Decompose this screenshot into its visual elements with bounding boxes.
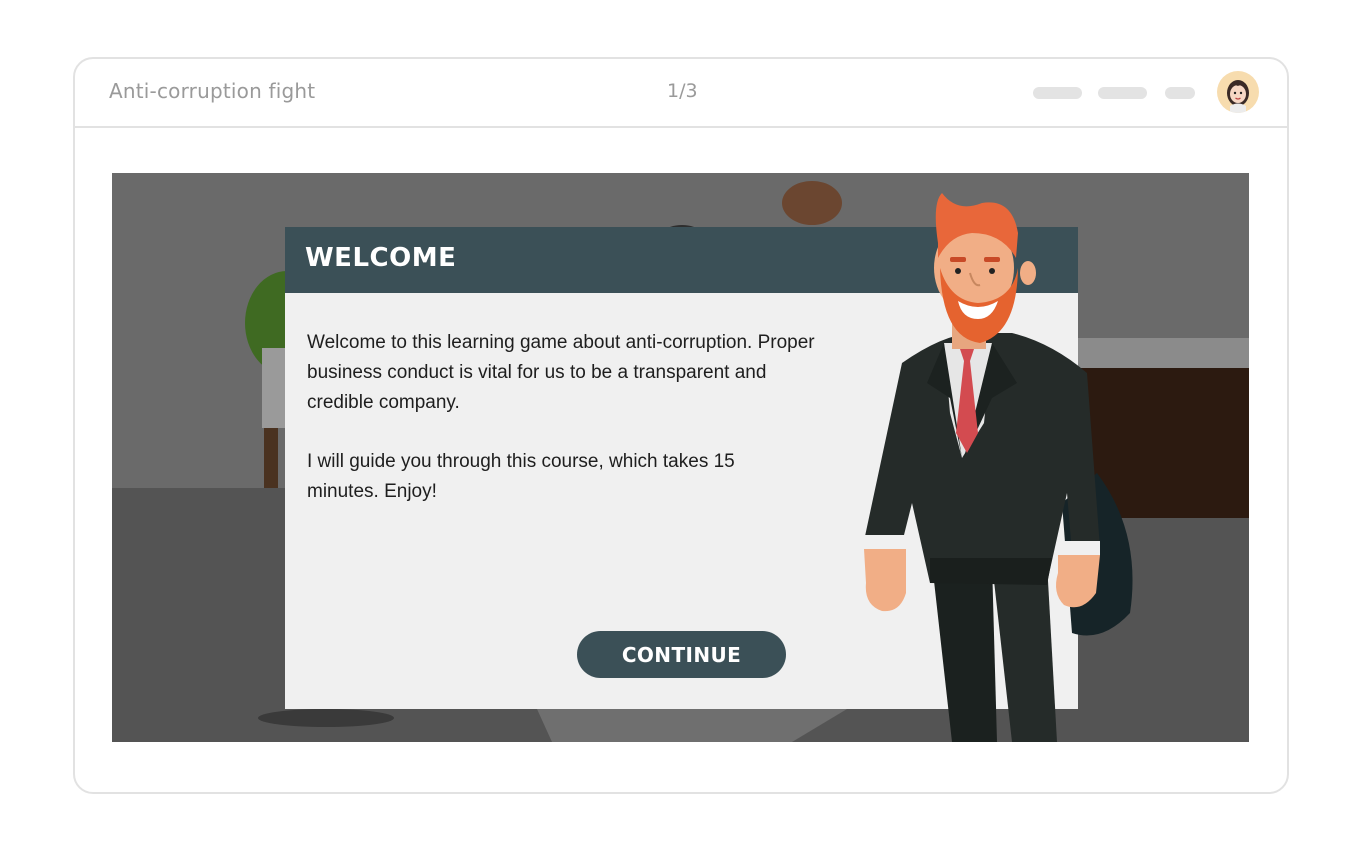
guide-character	[864, 193, 1133, 742]
nav-pill-1[interactable]	[1033, 87, 1082, 99]
nav-pill-3[interactable]	[1165, 87, 1195, 99]
course-title: Anti-corruption fight	[109, 79, 316, 103]
game-stage: WELCOME Welcome to this learning game ab…	[112, 173, 1249, 742]
user-avatar-icon[interactable]	[1217, 71, 1259, 113]
page-counter: 1/3	[667, 80, 698, 102]
nav-pill-2[interactable]	[1098, 87, 1147, 99]
top-bar: Anti-corruption fight 1/3	[75, 59, 1287, 128]
